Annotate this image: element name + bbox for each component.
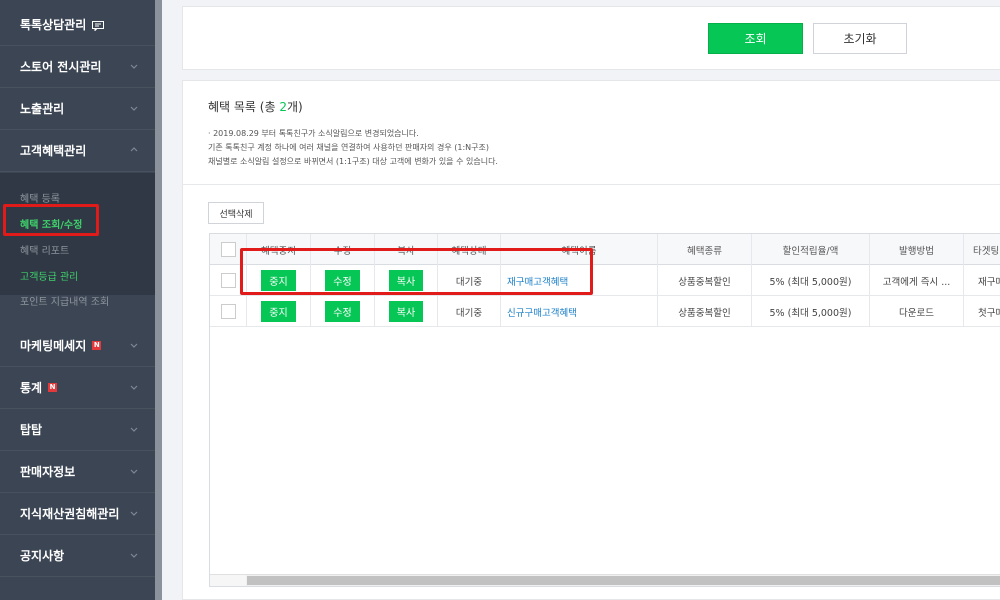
sidebar-item-notice[interactable]: 공지사항 xyxy=(0,535,155,577)
sidebar-item-marketing-message[interactable]: 마케팅메세지 N xyxy=(0,325,155,367)
column-header: 타겟팅 xyxy=(964,234,1000,265)
highlight-box xyxy=(3,204,99,236)
chevron-down-icon xyxy=(130,385,138,390)
list-count: 2 xyxy=(279,100,287,114)
sidebar-item-exposure[interactable]: 노출관리 xyxy=(0,88,155,130)
row-checkbox-cell xyxy=(210,296,247,327)
chevron-down-icon xyxy=(130,469,138,474)
stop-button[interactable]: 중지 xyxy=(261,301,296,322)
type-cell: 상품중복할인 xyxy=(658,265,752,296)
column-header: 할인적립율/액 xyxy=(752,234,870,265)
status-cell: 대기중 xyxy=(438,296,501,327)
copy-button[interactable]: 복사 xyxy=(388,301,424,322)
sidebar-item-label: 통계 xyxy=(20,381,43,395)
notice-line: · 2019.08.29 부터 톡톡친구가 소식알림으로 변경되었습니다. xyxy=(208,129,419,138)
delete-selected-button[interactable]: 선택삭제 xyxy=(208,202,264,224)
sidebar-item-store-display[interactable]: 스토어 전시관리 xyxy=(0,46,155,88)
target-cell: 재구매 xyxy=(964,265,1000,296)
sidebar-item-label: 탑탑 xyxy=(20,423,43,437)
row-checkbox[interactable] xyxy=(220,304,236,319)
table-row: 중지 수정 복사 대기중 신규구매고객혜택 상품중복할인 5% (최대 5,00… xyxy=(210,296,1000,327)
row-checkbox[interactable] xyxy=(220,273,236,288)
stop-cell: 중지 xyxy=(247,296,311,327)
sidebar-item-taptap[interactable]: 탑탑 xyxy=(0,409,155,451)
select-all-checkbox[interactable] xyxy=(220,242,236,257)
rate-cell: 5% (최대 5,000원) xyxy=(752,265,870,296)
chevron-down-icon xyxy=(130,343,138,348)
chevron-down-icon xyxy=(130,106,138,111)
scrollbar-thumb[interactable] xyxy=(247,576,1000,585)
chat-bubble-icon xyxy=(92,20,105,32)
sidebar-item-label: 스토어 전시관리 xyxy=(20,60,102,74)
copy-cell: 복사 xyxy=(375,296,438,327)
horizontal-scrollbar[interactable] xyxy=(210,574,1000,586)
highlight-box xyxy=(240,248,593,295)
sidebar-item-statistics[interactable]: 통계 N xyxy=(0,367,155,409)
list-title: 혜택 목록 (총 2개) xyxy=(208,98,303,115)
method-cell: 다운로드 xyxy=(870,296,964,327)
chevron-down-icon xyxy=(130,64,138,69)
sidebar-item-label: 고객혜택관리 xyxy=(20,144,87,158)
sidebar: 톡톡상담관리 스토어 전시관리 노출관리 고객혜택관리 혜택 등록 혜택 조회/… xyxy=(0,0,155,600)
submenu-item-point-history[interactable]: 포인트 지급내역 조회 xyxy=(20,293,109,308)
edit-cell: 수정 xyxy=(311,296,375,327)
divider xyxy=(182,184,1000,185)
sidebar-item-label: 노출관리 xyxy=(20,102,65,116)
sidebar-item-label: 톡톡상담관리 xyxy=(20,18,87,32)
edit-button[interactable]: 수정 xyxy=(325,301,360,322)
list-title-suffix: 개) xyxy=(286,100,303,114)
chevron-down-icon xyxy=(130,553,138,558)
sidebar-item-ip-infringement[interactable]: 지식재산권침해관리 xyxy=(0,493,155,535)
scrollbar-track xyxy=(210,575,246,586)
sidebar-item-label: 공지사항 xyxy=(20,549,65,563)
submenu-item-benefit-register[interactable]: 혜택 등록 xyxy=(20,190,60,205)
submenu-item-benefit-report[interactable]: 혜택 리포트 xyxy=(20,242,69,257)
name-cell: 신규구매고객혜택 xyxy=(501,296,658,327)
column-header: 발행방법 xyxy=(870,234,964,265)
benefit-name-link[interactable]: 신규구매고객혜택 xyxy=(507,305,577,319)
sidebar-item-talktalk[interactable]: 톡톡상담관리 xyxy=(0,4,155,46)
new-badge: N xyxy=(92,341,102,350)
chevron-up-icon xyxy=(130,147,138,152)
sidebar-item-label: 판매자정보 xyxy=(20,465,76,479)
list-title-prefix: 혜택 목록 (총 xyxy=(208,100,280,114)
sidebar-item-customer-benefit[interactable]: 고객혜택관리 xyxy=(0,130,155,172)
sidebar-item-label: 마케팅메세지 xyxy=(20,339,87,353)
sidebar-item-label: 지식재산권침해관리 xyxy=(20,507,120,521)
search-button[interactable]: 조회 xyxy=(708,23,803,54)
sidebar-scrollbar[interactable] xyxy=(155,0,162,600)
type-cell: 상품중복할인 xyxy=(658,296,752,327)
rate-cell: 5% (최대 5,000원) xyxy=(752,296,870,327)
chevron-down-icon xyxy=(130,511,138,516)
sidebar-item-seller-info[interactable]: 판매자정보 xyxy=(0,451,155,493)
chevron-down-icon xyxy=(130,427,138,432)
notice-line: 기존 톡톡친구 계정 하나에 여러 채널을 연결하여 사용하던 판매자의 경우 … xyxy=(208,143,489,152)
target-cell: 첫구매 xyxy=(964,296,1000,327)
new-badge: N xyxy=(48,383,58,392)
method-cell: 고객에게 즉시 ... xyxy=(870,265,964,296)
notice-line: 채널별로 소식알림 설정으로 바뀌면서 (1:1구조) 대상 고객에 변화가 있… xyxy=(208,157,498,166)
submenu-item-customer-grade[interactable]: 고객등급 관리 xyxy=(20,268,78,283)
reset-button[interactable]: 초기화 xyxy=(813,23,907,54)
column-header: 혜택종류 xyxy=(658,234,752,265)
